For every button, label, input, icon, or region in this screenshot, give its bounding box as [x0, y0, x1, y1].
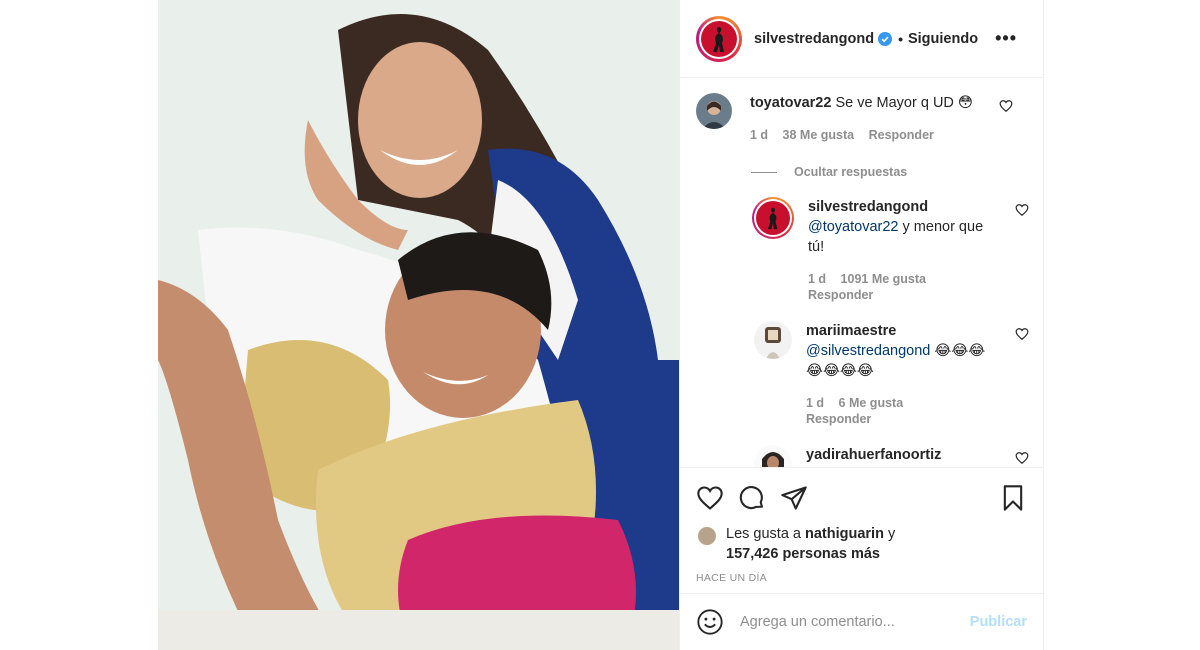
post-side-panel: silvestredangond • Siguiendo ••• toyatov…	[679, 0, 1044, 650]
reply-item: mariimaestre @silvestredangond 😂😂😂😂😂😂😂 1…	[752, 321, 1029, 427]
commenter-avatar[interactable]	[696, 93, 732, 129]
reply-like-heart-icon[interactable]	[1015, 203, 1029, 220]
more-options-icon[interactable]: •••	[985, 28, 1027, 49]
comment-item: toyatovar22 Se ve Mayor q UD 😳 1 d 38 Me…	[696, 93, 1027, 143]
reply-likes[interactable]: 1091 Me gusta	[841, 272, 926, 286]
replies-list: silvestredangond @toyatovar22 y menor qu…	[752, 197, 1029, 467]
reply-mention[interactable]: @silvestredangond	[806, 343, 930, 359]
author-avatar[interactable]	[696, 15, 742, 62]
add-comment-bar: Publicar	[680, 593, 1043, 650]
comment-time[interactable]: 1 d	[750, 128, 768, 142]
save-icon[interactable]	[999, 484, 1027, 512]
liker-username[interactable]: nathiguarin	[805, 526, 884, 542]
reply-username[interactable]: silvestredangond	[808, 199, 928, 215]
reply-like-heart-icon[interactable]	[1015, 327, 1029, 344]
reply-button[interactable]: Responder	[808, 288, 873, 302]
post-timestamp[interactable]: HACE UN DÍA	[696, 572, 1027, 584]
comment-text: Se ve Mayor q UD 😳	[835, 95, 974, 111]
following-button[interactable]: Siguiendo	[908, 31, 978, 47]
action-icons-row	[696, 482, 1027, 514]
reply-meta: 1 d 6 Me gusta Responder	[806, 395, 997, 427]
couple-photo	[158, 0, 679, 650]
comment-meta: 1 d 38 Me gusta Responder	[750, 127, 997, 143]
comment-input[interactable]	[740, 614, 970, 630]
heart-icon[interactable]	[696, 484, 724, 512]
liker-avatar[interactable]	[696, 525, 718, 547]
reply-item: yadirahuerfanoortiz	[752, 445, 1029, 467]
post-photo	[158, 0, 679, 650]
hide-replies-label: Ocultar respuestas	[794, 165, 908, 179]
reply-avatar[interactable]	[752, 197, 794, 239]
comment-like-heart-icon[interactable]	[999, 99, 1013, 116]
reply-avatar[interactable]	[754, 445, 792, 467]
replies-line	[751, 171, 777, 173]
reply-mention[interactable]: @toyatovar22	[808, 219, 899, 235]
post-header: silvestredangond • Siguiendo •••	[680, 0, 1043, 78]
likes-prefix: Les gusta a	[726, 526, 805, 542]
reply-like-heart-icon[interactable]	[1015, 451, 1029, 467]
comment-likes[interactable]: 38 Me gusta	[783, 128, 855, 142]
likes-summary[interactable]: Les gusta a nathiguarin y 157,426 person…	[696, 524, 1027, 564]
reply-avatar[interactable]	[754, 321, 792, 359]
post-actions: Les gusta a nathiguarin y 157,426 person…	[680, 467, 1043, 593]
reply-button[interactable]: Responder	[806, 412, 871, 426]
hide-replies-button[interactable]: Ocultar respuestas	[751, 165, 1027, 179]
separator-dot: •	[898, 30, 903, 47]
silhouette-icon	[713, 26, 724, 52]
reply-item: silvestredangond @toyatovar22 y menor qu…	[752, 197, 1029, 303]
comment-icon[interactable]	[738, 484, 766, 512]
silhouette-icon	[767, 207, 778, 230]
likes-conj: y	[883, 526, 896, 542]
comments-list[interactable]: toyatovar22 Se ve Mayor q UD 😳 1 d 38 Me…	[680, 79, 1043, 467]
reply-button[interactable]: Responder	[869, 128, 934, 142]
reply-username[interactable]: yadirahuerfanoortiz	[806, 447, 941, 463]
emoji-icon[interactable]	[696, 608, 724, 636]
publish-button[interactable]: Publicar	[970, 614, 1027, 630]
author-username[interactable]: silvestredangond	[754, 31, 874, 47]
reply-meta: 1 d 1091 Me gusta Responder	[808, 271, 997, 303]
verified-badge-icon	[878, 31, 893, 46]
reply-time[interactable]: 1 d	[808, 272, 826, 286]
share-icon[interactable]	[780, 484, 808, 512]
likes-count[interactable]: 157,426 personas más	[726, 546, 880, 562]
reply-time[interactable]: 1 d	[806, 396, 824, 410]
comment-username[interactable]: toyatovar22	[750, 95, 831, 111]
reply-likes[interactable]: 6 Me gusta	[839, 396, 904, 410]
reply-username[interactable]: mariimaestre	[806, 323, 896, 339]
